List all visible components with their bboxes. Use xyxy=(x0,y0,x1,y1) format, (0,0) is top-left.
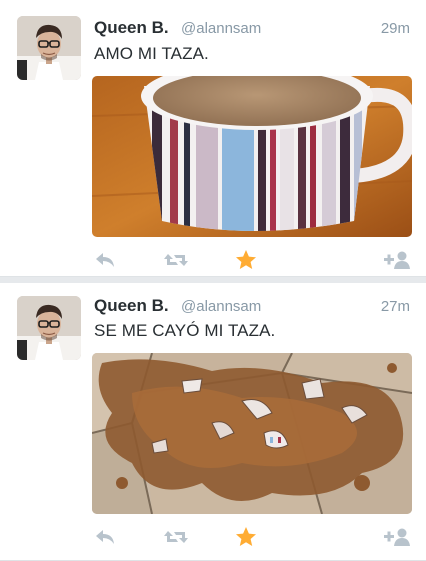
spilled-mug-photo xyxy=(92,353,412,514)
tweet-actions xyxy=(0,245,426,275)
avatar[interactable] xyxy=(17,16,81,80)
reply-button[interactable] xyxy=(90,245,120,275)
follow-button[interactable] xyxy=(382,245,412,275)
tweet-card[interactable]: Queen B. @alannsam 29m AMO MI TAZA. xyxy=(0,0,426,277)
favorite-button[interactable] xyxy=(231,522,261,552)
follow-button[interactable] xyxy=(382,522,412,552)
reply-icon xyxy=(96,530,114,544)
retweet-button[interactable] xyxy=(161,522,191,552)
display-name[interactable]: Queen B. xyxy=(94,296,169,316)
favorite-button[interactable] xyxy=(231,245,261,275)
tweet-card-content: Queen B. @alannsam 27m SE ME CAYÓ MI TAZ… xyxy=(0,283,426,560)
username-handle[interactable]: @alannsam xyxy=(181,20,261,37)
retweet-icon xyxy=(164,254,188,266)
avatar[interactable] xyxy=(17,296,81,360)
avatar-image xyxy=(17,16,81,80)
timestamp[interactable]: 29m xyxy=(381,20,410,37)
reply-button[interactable] xyxy=(90,522,120,552)
avatar-image xyxy=(17,296,81,360)
tweet-photo-mug[interactable] xyxy=(92,76,412,237)
tweet-actions xyxy=(0,522,426,552)
favorite-star-icon xyxy=(236,527,256,546)
favorite-star-icon xyxy=(236,250,256,269)
tweet-text: AMO MI TAZA. xyxy=(94,44,209,63)
tweet-text: SE ME CAYÓ MI TAZA. xyxy=(94,321,276,340)
follow-icon xyxy=(384,251,410,269)
tweet-photo-spill[interactable] xyxy=(92,353,412,514)
timestamp[interactable]: 27m xyxy=(381,298,410,315)
retweet-button[interactable] xyxy=(161,245,191,275)
display-name[interactable]: Queen B. xyxy=(94,18,169,38)
retweet-icon xyxy=(164,531,188,543)
username-handle[interactable]: @alannsam xyxy=(181,298,261,315)
mug-photo xyxy=(92,76,412,237)
reply-icon xyxy=(96,253,114,267)
follow-icon xyxy=(384,528,410,546)
